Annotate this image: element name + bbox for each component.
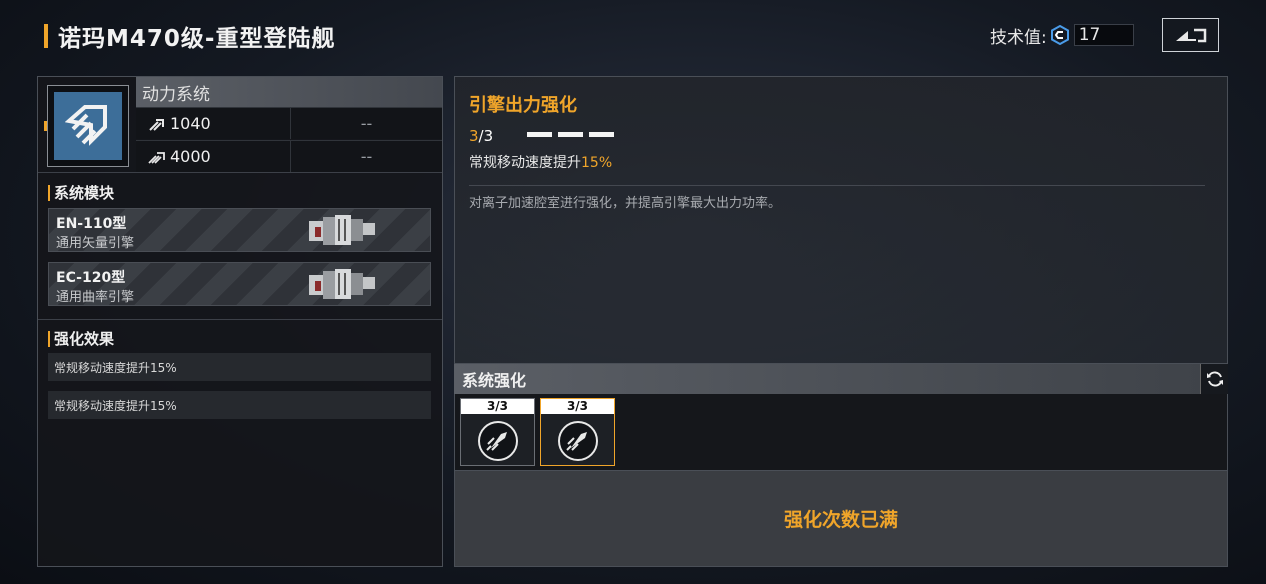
section-divider xyxy=(38,319,442,320)
stat-row-speed: 1040 -- xyxy=(136,107,442,139)
module-type: 通用矢量引擎 xyxy=(56,236,135,251)
title-accent-bar xyxy=(44,24,48,48)
section-accent-bar xyxy=(48,184,50,201)
system-info-panel: 动力系统 1040 -- 4000 -- 系统模块 EN-110型 通用矢量引擎… xyxy=(37,76,443,567)
upgrade-level-current: 3 xyxy=(469,127,479,145)
upgrade-effect: 常规移动速度提升15% xyxy=(469,152,612,172)
level-pips xyxy=(527,132,614,137)
thruster-icon xyxy=(478,421,518,461)
modules-section-title: 系统模块 xyxy=(48,182,114,203)
section-accent-bar xyxy=(48,330,50,347)
module-name: EN-110型 xyxy=(56,216,127,232)
stat-speed-alt: -- xyxy=(290,108,442,139)
level-pip xyxy=(527,132,552,137)
speed-icon xyxy=(149,118,164,131)
system-upgrade-header: 系统强化 xyxy=(454,364,1228,394)
system-upgrade-title: 系统强化 xyxy=(462,371,527,390)
upgrade-maxed-status: 强化次数已满 xyxy=(454,470,1228,567)
stat-boost: 4000 xyxy=(136,141,290,172)
upgrade-effect-value: 15% xyxy=(581,155,613,171)
module-type: 通用曲率引擎 xyxy=(56,290,135,305)
refresh-button[interactable] xyxy=(1200,364,1228,394)
modules-section-label: 系统模块 xyxy=(54,184,115,202)
return-button[interactable] xyxy=(1162,18,1219,52)
upgrade-detail-panel: 引擎出力强化 3/3 常规移动速度提升15% 对离子加速腔室进行强化，并提高引擎… xyxy=(454,76,1228,364)
return-icon xyxy=(1175,28,1206,43)
module-item-ec120[interactable]: EC-120型 通用曲率引擎 xyxy=(48,262,431,306)
power-system-icon xyxy=(54,92,122,160)
upgrade-status-text: 强化次数已满 xyxy=(783,509,898,531)
stat-speed: 1040 xyxy=(136,108,290,139)
level-pip xyxy=(558,132,583,137)
slot-count: 3/3 xyxy=(461,399,534,414)
upgrade-level: 3/3 xyxy=(469,127,493,145)
engine-module-icon xyxy=(309,269,375,299)
tech-point-icon xyxy=(1050,25,1069,45)
tech-label: 技术值: xyxy=(990,27,1047,48)
slot-count: 3/3 xyxy=(541,399,614,414)
tech-points: 技术值: 17 xyxy=(990,24,1134,48)
system-header: 动力系统 1040 -- 4000 -- xyxy=(38,77,442,173)
upgrade-slot[interactable]: 3/3 xyxy=(460,398,535,466)
upgrade-effect-text: 常规移动速度提升 xyxy=(469,155,581,171)
upgrade-slot-selected[interactable]: 3/3 xyxy=(540,398,615,466)
upgrade-description: 对离子加速腔室进行强化，并提高引擎最大出力功率。 xyxy=(469,196,782,211)
boost-speed-icon xyxy=(148,151,165,164)
stat-boost-value: 4000 xyxy=(170,147,211,166)
stat-speed-value: 1040 xyxy=(170,114,211,133)
upgrade-slots: 3/3 3/3 xyxy=(454,394,1228,470)
effect-item: 常规移动速度提升15% xyxy=(48,353,431,381)
upgrade-level-max: /3 xyxy=(478,127,494,145)
page-title: 诺玛M470级-重型登陆舰 xyxy=(58,26,336,52)
effect-item: 常规移动速度提升15% xyxy=(48,391,431,419)
effects-section-label: 强化效果 xyxy=(54,330,115,348)
system-name: 动力系统 xyxy=(136,77,442,107)
tech-value: 17 xyxy=(1078,25,1101,45)
level-pip xyxy=(589,132,614,137)
stat-boost-alt: -- xyxy=(290,141,442,172)
detail-divider xyxy=(469,185,1205,186)
refresh-icon xyxy=(1206,371,1223,387)
stat-row-boost: 4000 -- xyxy=(136,140,442,172)
page-title-bar: 诺玛M470级-重型登陆舰 xyxy=(44,20,335,52)
upgrade-title: 引擎出力强化 xyxy=(469,95,577,116)
thruster-icon xyxy=(558,421,598,461)
effects-section-title: 强化效果 xyxy=(48,328,114,349)
engine-module-icon xyxy=(309,215,375,245)
module-name: EC-120型 xyxy=(56,270,126,286)
tech-value-box: 17 xyxy=(1073,24,1134,46)
system-icon-frame[interactable] xyxy=(47,85,129,167)
module-item-en110[interactable]: EN-110型 通用矢量引擎 xyxy=(48,208,431,252)
